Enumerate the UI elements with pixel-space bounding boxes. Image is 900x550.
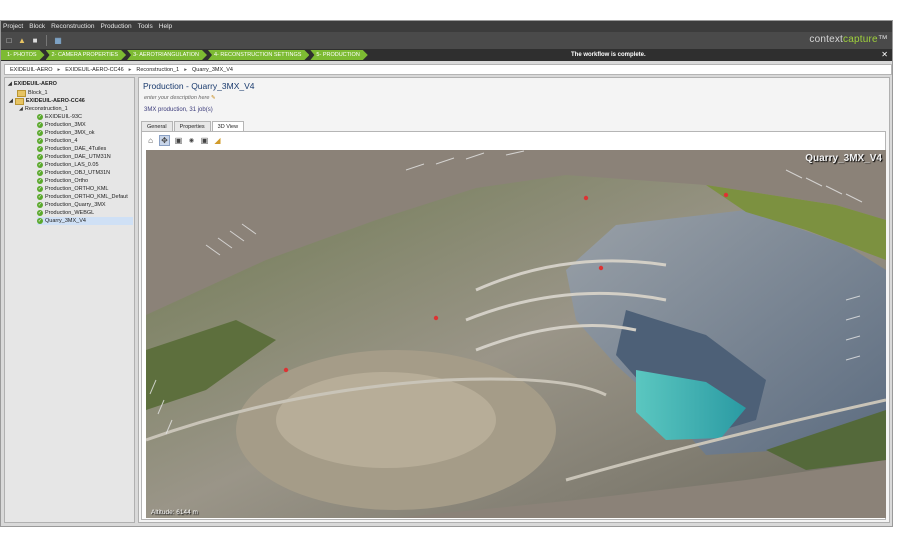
camera-small-icon[interactable]: ◉ (187, 136, 196, 145)
menu-help[interactable]: Help (159, 23, 172, 30)
altitude-readout: Altitude: 6144 m (151, 509, 198, 516)
description-field[interactable]: enter your description here ✎ (144, 95, 216, 101)
check-icon: ✓ (37, 218, 43, 224)
app-window: Project Block Reconstruction Production … (0, 20, 893, 527)
3d-viewer: ⌂ ✥ ▣ ◉ ▣ ◢ Quarry_3MX_V4 Altitude: 6144… (141, 131, 886, 520)
tree-item-production[interactable]: ✓ Production_Quarry_3MX (37, 201, 106, 209)
check-icon: ✓ (37, 146, 43, 152)
breadcrumb-production[interactable]: Quarry_3MX_V4 (187, 67, 238, 73)
production-panel: Production - Quarry_3MX_V4 enter your de… (138, 77, 890, 523)
3d-scene[interactable]: Quarry_3MX_V4 Altitude: 6144 m (146, 150, 886, 518)
brand-logo: contextcapture™ (809, 34, 888, 45)
menu-production[interactable]: Production (101, 23, 132, 30)
tree-item-block1[interactable]: Block_1 (17, 89, 48, 97)
workflow-step-reconstruction-settings[interactable]: 4- RECONSTRUCTION SETTINGS (208, 50, 309, 60)
settings-icon[interactable]: ▦ (53, 36, 63, 46)
quarry-mesh (146, 150, 886, 518)
block-icon (14, 97, 24, 105)
menu-tools[interactable]: Tools (138, 23, 153, 30)
workflow-step-photos[interactable]: 1- PHOTOS (1, 50, 45, 60)
expand-icon[interactable]: ◢ (8, 81, 12, 87)
check-icon: ✓ (37, 122, 43, 128)
tree-item-production[interactable]: ✓ Production_ORTHO_KML_Defaut (37, 193, 128, 201)
tree-item-reconstruction[interactable]: ◢ Reconstruction_1 (19, 105, 68, 113)
expand-icon[interactable]: ◢ (19, 106, 23, 112)
check-icon: ✓ (37, 154, 43, 160)
orbit-icon[interactable]: ✥ (159, 134, 170, 146)
viewer-toolbar: ⌂ ✥ ▣ ◉ ▣ ◢ (142, 132, 885, 148)
open-folder-icon[interactable]: ▲ (17, 36, 27, 46)
tree-root-project[interactable]: ◢ EXIDEUIL-AERO (8, 80, 57, 88)
check-icon: ✓ (37, 178, 43, 184)
tree-item-production[interactable]: ✓ EXIDEUIL-93C (37, 113, 82, 121)
tree-item-production[interactable]: ✓ Production_3MX_ok (37, 129, 95, 137)
close-icon[interactable]: ✕ (881, 49, 888, 61)
check-icon: ✓ (37, 194, 43, 200)
tree-item-production[interactable]: ✓ Production_LAS_0.05 (37, 161, 99, 169)
breadcrumb-reconstruction[interactable]: Reconstruction_1 (131, 67, 184, 73)
check-icon: ✓ (37, 114, 43, 120)
check-icon: ✓ (37, 162, 43, 168)
breadcrumb-block[interactable]: EXIDEUIL-AERO-CC46 (60, 67, 128, 73)
select-icon[interactable]: ▣ (174, 136, 183, 145)
tree-item-production[interactable]: ✓ Production_ORTHO_KML (37, 185, 108, 193)
tree-item-block2[interactable]: ◢ EXIDEUIL-AERO-CC46 (9, 97, 85, 105)
toolbar-separator (46, 35, 47, 46)
save-icon[interactable]: ■ (30, 36, 40, 46)
workflow-step-production[interactable]: 5- PRODUCTION (310, 50, 367, 60)
workflow-status: The workflow is complete. (571, 52, 646, 58)
new-file-icon[interactable]: □ (4, 36, 14, 46)
breadcrumb-project[interactable]: EXIDEUIL-AERO (5, 67, 57, 73)
check-icon: ✓ (37, 130, 43, 136)
production-info: 3MX production, 31 job(s) (144, 107, 213, 113)
check-icon: ✓ (37, 170, 43, 176)
menu-reconstruction[interactable]: Reconstruction (51, 23, 94, 30)
measure-icon[interactable]: ◢ (213, 136, 222, 145)
project-tree: ◢ EXIDEUIL-AERO Block_1 ◢ EXIDEUIL-AERO-CC… (4, 77, 135, 523)
block-icon (17, 89, 26, 97)
tree-item-production[interactable]: ✓ Production_4 (37, 137, 77, 145)
home-icon[interactable]: ⌂ (146, 136, 155, 145)
tree-item-production[interactable]: ✓ Production_OBJ_UTM31N (37, 169, 110, 177)
workflow-bar: 1- PHOTOS 2- CAMERA PROPERTIES 3- AEROTR… (1, 49, 892, 61)
tree-item-production-selected[interactable]: ✓ Quarry_3MX_V4 (37, 217, 133, 225)
main-toolbar: □ ▲ ■ ▦ (1, 32, 892, 49)
expand-icon[interactable]: ◢ (9, 98, 13, 104)
tree-item-production[interactable]: ✓ Production_WEBGL (37, 209, 94, 217)
menu-bar: Project Block Reconstruction Production … (1, 21, 892, 32)
edit-pencil-icon[interactable]: ✎ (211, 95, 216, 101)
tree-item-production[interactable]: ✓ Production_DAE_UTM31N (37, 153, 111, 161)
breadcrumb: EXIDEUIL-AERO ▸ EXIDEUIL-AERO-CC46 ▸ Recon… (4, 64, 892, 75)
camera-icon[interactable]: ▣ (200, 136, 209, 145)
model-label: Quarry_3MX_V4 (805, 153, 882, 164)
tree-item-production[interactable]: ✓ Production_Ortho (37, 177, 88, 185)
menu-project[interactable]: Project (3, 23, 23, 30)
check-icon: ✓ (37, 138, 43, 144)
tree-item-production[interactable]: ✓ Production_3MX (37, 121, 86, 129)
check-icon: ✓ (37, 186, 43, 192)
check-icon: ✓ (37, 210, 43, 216)
tree-item-production[interactable]: ✓ Production_DAE_4Tuiles (37, 145, 106, 153)
workflow-step-aerotriangulation[interactable]: 3- AEROTRIANGULATION (127, 50, 207, 60)
workflow-step-camera-properties[interactable]: 2- CAMERA PROPERTIES (46, 50, 127, 60)
page-title: Production - Quarry_3MX_V4 (143, 81, 255, 91)
check-icon: ✓ (37, 202, 43, 208)
menu-block[interactable]: Block (29, 23, 45, 30)
